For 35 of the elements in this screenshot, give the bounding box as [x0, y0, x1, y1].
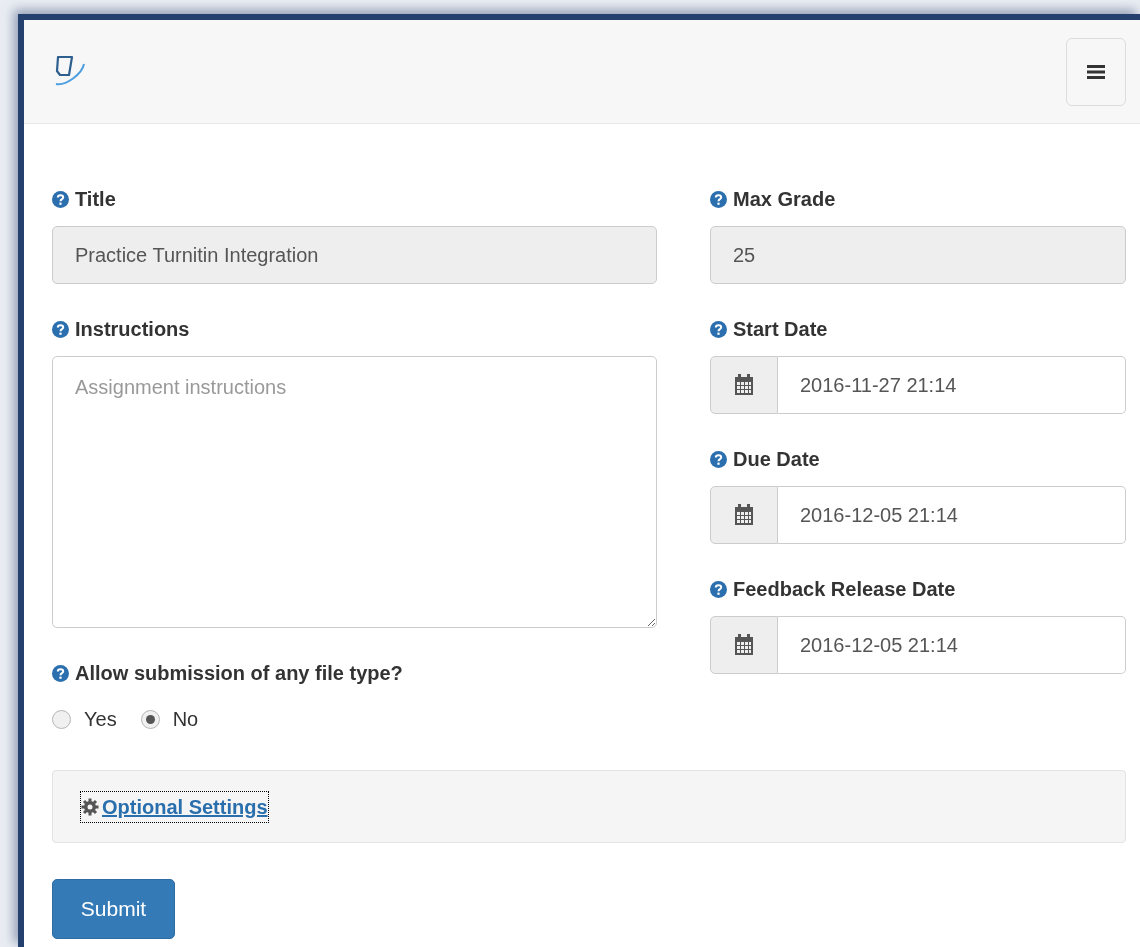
menu-button[interactable]	[1066, 37, 1126, 106]
help-icon	[52, 320, 69, 338]
instructions-field[interactable]: Assignment instructions	[52, 356, 657, 628]
field-label: Instructions	[75, 317, 190, 342]
radio-label[interactable]: Yes	[84, 704, 117, 734]
date-field[interactable]: 2016-12-05 21:14	[778, 616, 1126, 674]
text-field[interactable]: 25	[710, 226, 1126, 284]
help-icon	[52, 190, 69, 208]
field-label: Due Date	[733, 447, 820, 472]
field-label: Feedback Release Date	[733, 577, 956, 602]
calendar-icon	[734, 634, 754, 656]
radio-button[interactable]	[140, 709, 160, 729]
calendar-addon[interactable]	[710, 486, 778, 544]
gear-icon	[81, 797, 99, 816]
field-label: Max Grade	[733, 187, 836, 212]
date-field[interactable]: 2016-11-27 21:14	[778, 356, 1126, 414]
radio-label[interactable]: No	[172, 704, 199, 734]
field-label: Start Date	[733, 317, 828, 342]
submit-button[interactable]: Submit	[52, 879, 175, 939]
calendar-icon	[734, 374, 754, 396]
help-icon	[710, 580, 727, 598]
text-field[interactable]: Practice Turnitin Integration	[52, 226, 657, 284]
help-icon	[52, 664, 69, 682]
help-icon	[710, 190, 727, 208]
field-label: Title	[75, 187, 116, 212]
help-icon	[710, 320, 727, 338]
radio-button[interactable]	[52, 709, 71, 729]
optional-settings-link[interactable]: Optional Settings	[81, 791, 268, 822]
calendar-addon[interactable]	[710, 356, 778, 414]
menu-icon	[1087, 64, 1105, 79]
date-field[interactable]: 2016-12-05 21:14	[778, 486, 1126, 544]
calendar-icon	[734, 504, 754, 526]
field-label: Allow submission of any file type?	[75, 661, 403, 686]
calendar-addon[interactable]	[710, 616, 778, 674]
help-icon	[710, 450, 727, 468]
